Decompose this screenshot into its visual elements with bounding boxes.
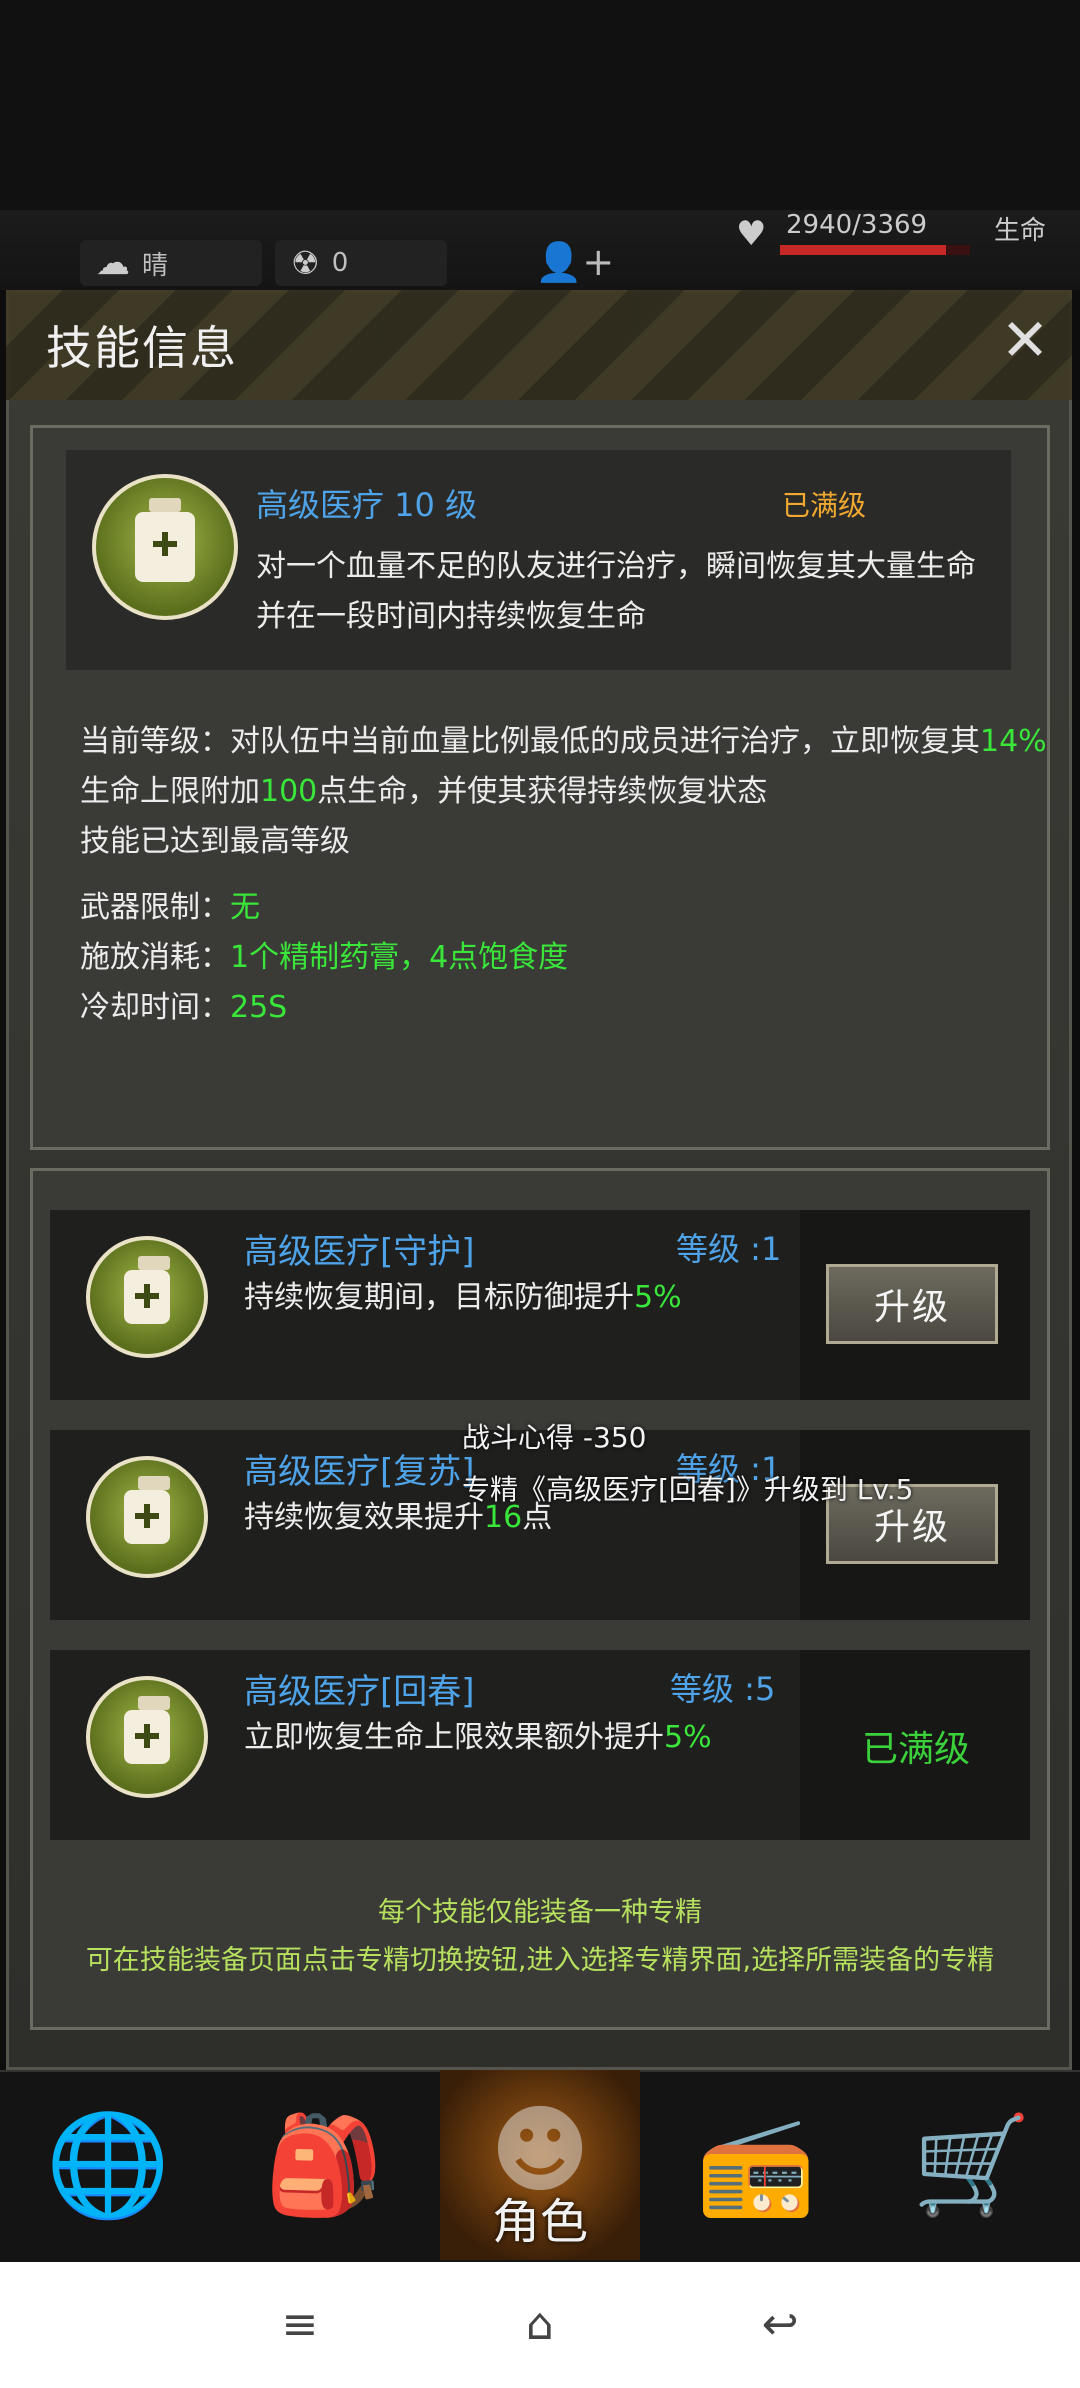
spec-desc: 立即恢复生命上限效果额外提升5% bbox=[244, 1720, 712, 1755]
current-level-line1: 当前等级：对队伍中当前血量比例最低的成员进行治疗，立即恢复其14% bbox=[80, 724, 1047, 759]
radiation-value: 0 bbox=[331, 248, 349, 278]
person-icon[interactable]: 👤+ bbox=[535, 240, 614, 285]
medical-skill-icon bbox=[92, 474, 238, 620]
weapon-limit: 武器限制：无 bbox=[80, 890, 260, 925]
nav-map[interactable]: 🌐 bbox=[0, 2070, 216, 2260]
spec-name: 高级医疗[复苏] bbox=[244, 1452, 475, 1492]
spec-name: 高级医疗[守护] bbox=[244, 1232, 475, 1272]
backpack-icon: 🎒 bbox=[264, 2108, 384, 2221]
back-icon[interactable]: ↩ bbox=[750, 2300, 810, 2350]
skill-description: 对一个血量不足的队友进行治疗，瞬间恢复其大量生命并在一段时间内持续恢复生命 bbox=[256, 549, 976, 634]
home-icon[interactable]: ⌂ bbox=[510, 2300, 570, 2350]
spec-level: 等级 :5 bbox=[670, 1670, 776, 1708]
current-level-line2: 生命上限附加100点生命，并使其获得持续恢复状态 bbox=[80, 774, 768, 809]
cast-cost: 施放消耗：1个精制药膏，4点饱食度 bbox=[80, 940, 569, 975]
upgrade-button[interactable]: 升级 bbox=[826, 1264, 998, 1344]
toast-line2: 专精《高级医疗[回春]》升级到 Lv.5 bbox=[462, 1473, 914, 1506]
footer-note2: 可在技能装备页面点击专精切换按钮,进入选择专精界面,选择所需装备的专精 bbox=[85, 1945, 995, 1976]
spec-level: 等级 :1 bbox=[676, 1230, 782, 1268]
weather-chip: ☁ 晴 bbox=[80, 240, 262, 286]
spec-rejuvenate-icon bbox=[86, 1676, 208, 1798]
footer-note1: 每个技能仅能装备一种专精 bbox=[378, 1897, 702, 1928]
radiation-icon: ☢ bbox=[291, 244, 320, 282]
top-blank-area bbox=[0, 0, 1080, 210]
nav-backpack[interactable]: 🎒 bbox=[216, 2070, 432, 2260]
hp-value: 2940/3369 bbox=[786, 210, 928, 240]
spec-name: 高级医疗[回春] bbox=[244, 1672, 475, 1712]
nav-radio[interactable]: 📻 bbox=[648, 2070, 864, 2260]
globe-icon: 🌐 bbox=[45, 2106, 171, 2223]
hp-bar-fill bbox=[780, 245, 946, 255]
weather-text: 晴 bbox=[142, 250, 169, 281]
dialog-title: 技能信息 bbox=[46, 321, 238, 375]
max-level-note: 技能已达到最高等级 bbox=[80, 824, 350, 859]
heart-icon: ♥ bbox=[736, 214, 767, 254]
spec-guard-icon bbox=[86, 1236, 208, 1358]
cloud-icon: ☁ bbox=[96, 243, 130, 283]
nav-character[interactable]: ☻ 角色 bbox=[440, 2070, 640, 2260]
radio-icon: 📻 bbox=[696, 2108, 816, 2221]
menu-icon[interactable]: ≡ bbox=[270, 2300, 330, 2350]
cooldown: 冷却时间：25S bbox=[80, 990, 288, 1025]
nav-character-label: 角色 bbox=[491, 2194, 588, 2250]
hp-label: 生命 bbox=[994, 216, 1047, 246]
skill-max-status: 已满级 bbox=[782, 489, 867, 522]
spec-maxed-label: 已满级 bbox=[862, 1729, 971, 1770]
spec-desc: 持续恢复期间，目标防御提升5% bbox=[244, 1280, 682, 1315]
radiation-chip: ☢ 0 bbox=[275, 240, 447, 286]
close-icon[interactable]: ✕ bbox=[995, 310, 1055, 370]
spec-revive-icon bbox=[86, 1456, 208, 1578]
cart-icon: 🛒 bbox=[912, 2108, 1032, 2221]
nav-shop[interactable]: 🛒 bbox=[864, 2070, 1080, 2260]
skill-name: 高级医疗 10 级 bbox=[256, 486, 478, 524]
toast-line1: 战斗心得 -350 bbox=[462, 1421, 647, 1454]
